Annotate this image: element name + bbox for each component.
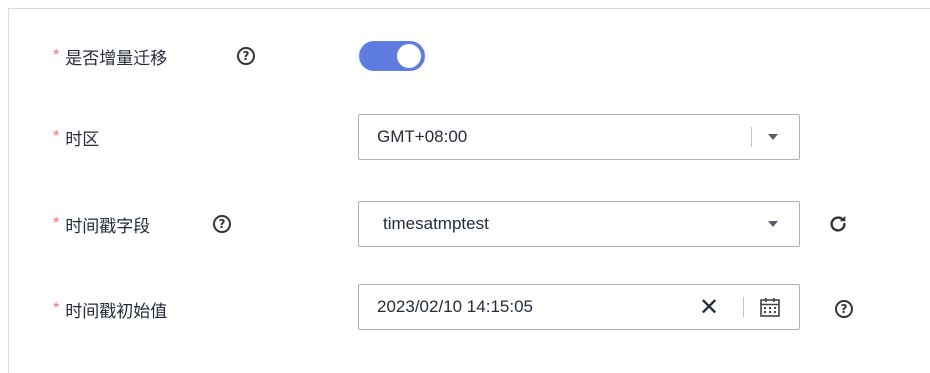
timestamp-field-label-text: 时间戳字段 bbox=[65, 216, 151, 236]
timezone-label: * 时区 bbox=[53, 112, 99, 162]
select-divider bbox=[751, 127, 752, 147]
chevron-down-icon[interactable] bbox=[768, 221, 778, 227]
row-timezone: * 时区 GMT+08:00 bbox=[9, 112, 909, 162]
row-incremental: * 是否增量迁移 ? bbox=[9, 31, 909, 81]
timestamp-initial-value: 2023/02/10 14:15:05 bbox=[377, 297, 533, 316]
timestamp-initial-datepicker[interactable]: 2023/02/10 14:15:05 ✕ bbox=[358, 284, 800, 330]
required-mark: * bbox=[53, 300, 60, 317]
timezone-select[interactable]: GMT+08:00 bbox=[358, 114, 800, 160]
calendar-icon[interactable] bbox=[759, 296, 781, 318]
incremental-label: * 是否增量迁移 bbox=[53, 31, 167, 81]
help-icon[interactable]: ? bbox=[237, 47, 255, 65]
refresh-icon[interactable] bbox=[827, 213, 849, 235]
required-mark: * bbox=[53, 215, 60, 232]
timestamp-field-value: timesatmptest bbox=[383, 214, 489, 233]
timestamp-initial-label: * 时间戳初始值 bbox=[53, 284, 167, 334]
form-panel: * 是否增量迁移 ? * 时区 GMT+08:00 * 时间戳字段 ? time… bbox=[8, 8, 930, 373]
timezone-value: GMT+08:00 bbox=[377, 127, 468, 146]
help-icon[interactable]: ? bbox=[213, 215, 231, 233]
required-mark: * bbox=[53, 47, 60, 64]
incremental-toggle[interactable] bbox=[359, 41, 425, 71]
help-icon[interactable]: ? bbox=[835, 300, 853, 318]
row-timestamp-initial: * 时间戳初始值 2023/02/10 14:15:05 ✕ ? bbox=[9, 284, 909, 334]
toggle-knob bbox=[397, 44, 421, 68]
timestamp-field-label: * 时间戳字段 bbox=[53, 199, 150, 249]
picker-divider bbox=[743, 297, 744, 317]
required-mark: * bbox=[53, 128, 60, 145]
close-icon[interactable]: ✕ bbox=[699, 292, 719, 322]
incremental-label-text: 是否增量迁移 bbox=[65, 48, 168, 68]
timezone-label-text: 时区 bbox=[65, 129, 100, 149]
chevron-down-icon[interactable] bbox=[768, 134, 778, 140]
timestamp-field-select[interactable]: timesatmptest bbox=[358, 201, 800, 247]
row-timestamp-field: * 时间戳字段 ? timesatmptest bbox=[9, 199, 909, 249]
timestamp-initial-label-text: 时间戳初始值 bbox=[65, 301, 168, 321]
